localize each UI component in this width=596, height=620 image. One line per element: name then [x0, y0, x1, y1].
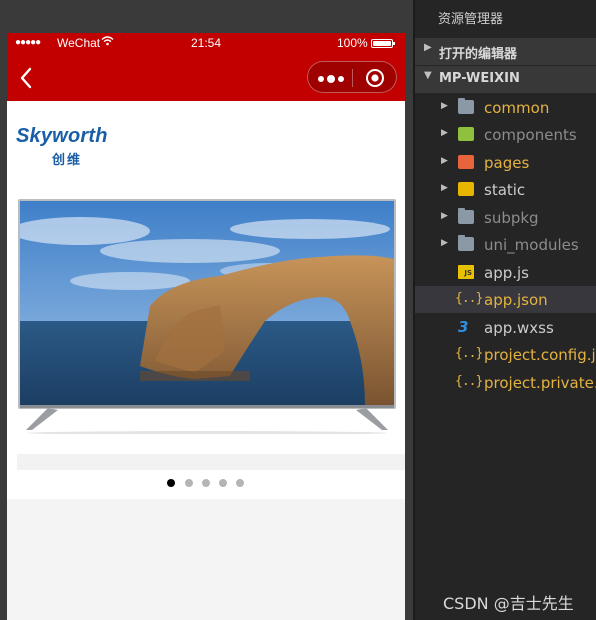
explorer-title: 资源管理器: [438, 12, 504, 27]
chevron-right-icon: ▶: [441, 183, 448, 193]
carousel-dot[interactable]: [202, 479, 210, 487]
chevron-right-icon: ▶: [441, 101, 448, 111]
tree-item-label: app.js: [484, 264, 529, 282]
tree-item-label: project.private.c: [484, 374, 596, 392]
record-circle-icon: [366, 69, 384, 87]
carousel-dot[interactable]: [236, 479, 244, 487]
tree-file-project-private[interactable]: {..} project.private.c: [415, 369, 596, 396]
tree-item-label: app.json: [484, 291, 548, 309]
brand-name-en: Skyworth: [16, 125, 108, 147]
tree-folder-common[interactable]: ▶ common: [415, 94, 596, 121]
phone-screen: ●●●●● WeChat 21:54 100% Skyworth 创维: [7, 33, 405, 620]
tree-folder-pages[interactable]: ▶ pages: [415, 149, 596, 176]
tree-item-label: pages: [484, 154, 530, 172]
folder-icon: [458, 208, 474, 224]
tree-file-project-config[interactable]: {..} project.config.js: [415, 341, 596, 368]
chevron-left-icon: [20, 67, 32, 89]
navigation-bar: [7, 55, 405, 101]
static-folder-icon: [458, 182, 474, 196]
tree-file-app-json[interactable]: {..} app.json: [415, 286, 596, 313]
chevron-right-icon: ▶: [441, 156, 448, 166]
json-file-icon: {..}: [455, 374, 483, 389]
chevron-right-icon: ▶: [441, 238, 448, 248]
capsule-divider: [352, 69, 353, 87]
carousel-strip: [17, 454, 405, 470]
tree-file-app-js[interactable]: JS app.js: [415, 259, 596, 286]
tree-item-label: app.wxss: [484, 319, 554, 337]
more-dots-icon: [338, 76, 344, 82]
folder-icon: [458, 98, 474, 114]
close-miniprogram-button[interactable]: [364, 67, 386, 89]
tree-folder-subpkg[interactable]: ▶ subpkg: [415, 204, 596, 231]
tree-folder-components[interactable]: ▶ components: [415, 121, 596, 148]
chevron-right-icon: ▶: [424, 42, 432, 53]
js-file-icon: JS: [458, 265, 474, 279]
tree-file-app-wxss[interactable]: 3 app.wxss: [415, 314, 596, 341]
watermark-text: CSDN @吉士先生: [443, 594, 574, 613]
back-button[interactable]: [15, 66, 39, 90]
brand-name-cn: 创维: [52, 153, 83, 168]
section-label: 打开的编辑器: [439, 47, 518, 62]
tree-folder-uni-modules[interactable]: ▶ uni_modules: [415, 231, 596, 258]
tree-item-label: project.config.js: [484, 346, 596, 364]
tree-item-label: uni_modules: [484, 236, 579, 254]
mini-program-capsule: [307, 61, 397, 93]
carousel-slide-tv-image[interactable]: [18, 199, 396, 439]
page-content: Skyworth 创维: [7, 101, 405, 499]
section-label: MP-WEIXIN: [439, 71, 520, 86]
css-file-icon: 3: [458, 318, 469, 336]
tv-stand: [26, 408, 388, 434]
chevron-down-icon: ▼: [424, 70, 432, 81]
folder-icon: [458, 235, 474, 251]
chevron-right-icon: ▶: [441, 211, 448, 221]
more-dots-icon: [318, 76, 324, 82]
file-explorer: 资源管理器 ▶ 打开的编辑器 ▼ MP-WEIXIN ▶ common ▶ co…: [415, 0, 596, 620]
tv-frame: [18, 199, 396, 409]
tree-item-label: common: [484, 99, 550, 117]
brand-logo: Skyworth 创维: [16, 125, 108, 168]
more-dots-icon: [327, 75, 335, 83]
section-open-editors[interactable]: ▶ 打开的编辑器: [415, 38, 596, 65]
components-folder-icon: [458, 127, 474, 141]
json-file-icon: {..}: [455, 346, 483, 361]
battery-icon: [371, 39, 395, 48]
carousel-dot[interactable]: [185, 479, 193, 487]
carousel-dot[interactable]: [219, 479, 227, 487]
status-bar: ●●●●● WeChat 21:54 100%: [7, 33, 405, 55]
more-button[interactable]: [316, 68, 346, 88]
tree-item-label: components: [484, 126, 577, 144]
tree-folder-static[interactable]: ▶ static: [415, 176, 596, 203]
tree-item-label: subpkg: [484, 209, 539, 227]
battery-percent: 100%: [337, 36, 368, 50]
tv-screen-image: [20, 201, 394, 405]
carousel-dot[interactable]: [167, 479, 175, 487]
json-file-icon: {..}: [455, 291, 483, 306]
pages-folder-icon: [458, 155, 474, 169]
tree-item-label: static: [484, 181, 526, 199]
section-project[interactable]: ▼ MP-WEIXIN: [415, 66, 596, 93]
chevron-right-icon: ▶: [441, 128, 448, 138]
